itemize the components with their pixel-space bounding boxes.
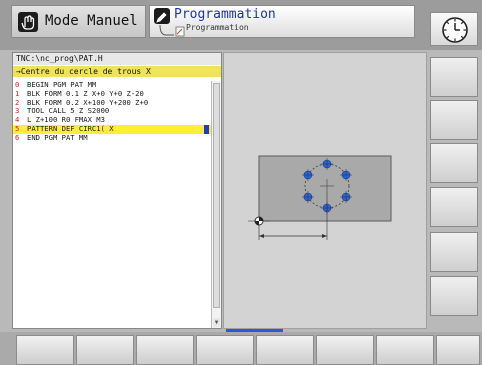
vertical-softkey-1[interactable] xyxy=(430,57,478,97)
program-edit-icon xyxy=(159,24,185,37)
softkey-6[interactable] xyxy=(316,335,374,365)
line-text: PATTERN DEF CIRC1( X xyxy=(27,123,114,133)
scroll-thumb[interactable] xyxy=(213,83,220,308)
graphic-preview xyxy=(223,52,427,329)
scroll-down-icon[interactable]: ▼ xyxy=(213,318,220,327)
program-lines[interactable]: 0 BEGIN PGM PAT MM 1 BLK FORM 0.1 Z X+0 Y+0… xyxy=(13,80,211,143)
softkey-1[interactable] xyxy=(16,335,74,365)
clock-icon xyxy=(442,17,468,43)
line-text: BEGIN PGM PAT MM xyxy=(27,80,97,89)
program-editor[interactable]: TNC:\nc_prog\PAT.H →Centre du cercle de … xyxy=(12,52,222,329)
vertical-softkey-4[interactable] xyxy=(430,187,478,227)
datum-icon xyxy=(254,216,264,226)
line-text: L Z+100 R0 FMAX M3 xyxy=(27,115,105,125)
manual-mode-icon xyxy=(18,12,38,32)
line-text: BLK FORM 0.2 X+100 Y+200 Z+0 xyxy=(27,97,149,107)
scrollbar[interactable]: ▼ xyxy=(211,81,221,328)
mode-header: Mode Manuel Programmation Programmation xyxy=(0,0,482,50)
vertical-softkey-2[interactable] xyxy=(430,100,478,140)
cycle-prompt: →Centre du cercle de trous X xyxy=(13,66,221,77)
manual-mode-tab[interactable]: Mode Manuel xyxy=(11,5,146,38)
programming-mode-label: Programmation xyxy=(174,7,276,22)
vertical-softkey-6[interactable] xyxy=(430,276,478,316)
softkey-8[interactable] xyxy=(436,335,480,365)
dimension-arrow-left xyxy=(259,234,264,238)
softkey-7[interactable] xyxy=(376,335,434,365)
dimension-arrow-right xyxy=(322,234,327,238)
vertical-softkey-3[interactable] xyxy=(430,143,478,183)
programming-mode-tab[interactable]: Programmation Programmation xyxy=(149,5,415,38)
softkey-5[interactable] xyxy=(256,335,314,365)
manual-mode-label: Mode Manuel xyxy=(45,13,138,29)
softkey-4[interactable] xyxy=(196,335,254,365)
clock-button[interactable] xyxy=(430,12,478,46)
line-text: TOOL CALL 5 Z S2000 xyxy=(27,106,110,116)
edit-cursor xyxy=(204,124,209,134)
vertical-softkey-5[interactable] xyxy=(430,232,478,272)
pattern-graphic xyxy=(248,155,392,240)
softkey-3[interactable] xyxy=(136,335,194,365)
line-text: BLK FORM 0.1 Z X+0 Y+0 Z-20 xyxy=(27,88,144,98)
program-path: TNC:\nc_prog\PAT.H xyxy=(13,53,221,65)
programming-mode-sublabel: Programmation xyxy=(186,23,249,32)
softkey-2[interactable] xyxy=(76,335,134,365)
line-number: 6 xyxy=(15,132,20,142)
program-line[interactable]: 6 END PGM PAT MM xyxy=(13,132,211,143)
programming-mode-icon xyxy=(154,8,170,24)
line-text: END PGM PAT MM xyxy=(27,132,88,142)
